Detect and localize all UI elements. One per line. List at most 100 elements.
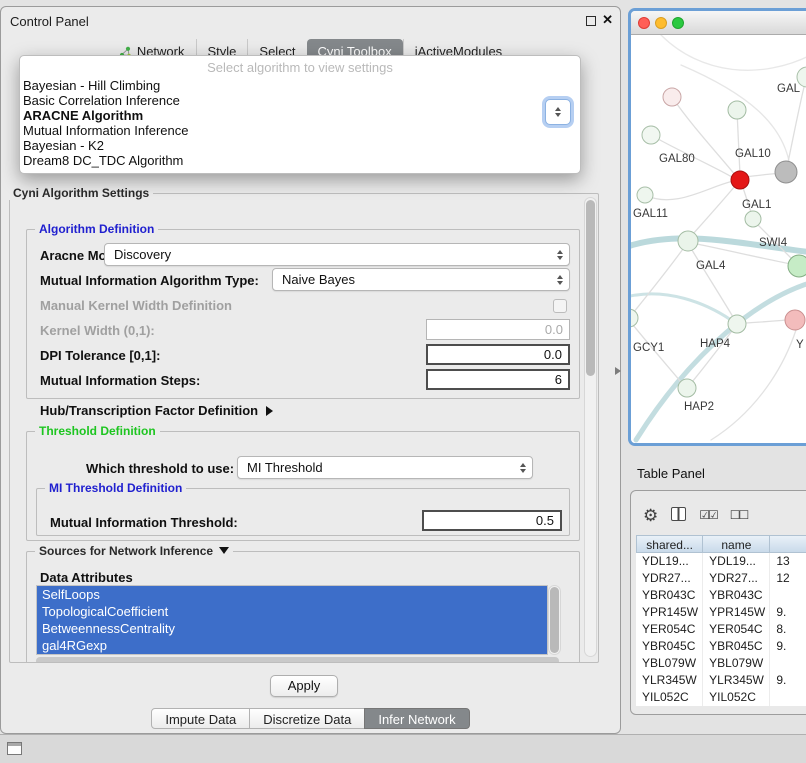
manual-kernel-width-checkbox[interactable]: [553, 299, 567, 313]
table-row[interactable]: YPR145WYPR145W9.: [636, 604, 806, 621]
cell: YER054C: [636, 621, 703, 638]
network-node-hap2[interactable]: [678, 379, 696, 397]
algorithm-combobox-button[interactable]: [545, 99, 571, 125]
float-window-icon[interactable]: [586, 16, 596, 26]
table-header-row: shared...name: [636, 535, 806, 553]
aracne-mode-select[interactable]: Discovery: [104, 243, 570, 266]
close-traffic-light-icon[interactable]: [638, 17, 650, 29]
bottom-tab-discretize-data[interactable]: Discretize Data: [249, 708, 365, 729]
table-row[interactable]: YBR045CYBR045C9.: [636, 638, 806, 655]
cell: YBR043C: [636, 587, 703, 604]
algorithm-dropdown-popup: Select algorithm to view settings Bayesi…: [19, 55, 581, 174]
column-header-shared[interactable]: shared...: [636, 535, 703, 553]
combo-arrows-icon: [555, 107, 561, 117]
dropdown-placeholder: Select algorithm to view settings: [20, 58, 580, 78]
algorithm-option-aracne-algorithm[interactable]: ARACNE Algorithm: [20, 108, 580, 123]
data-attributes-list: SelfLoopsTopologicalCoefficientBetweenne…: [36, 585, 548, 655]
network-edge[interactable]: [645, 181, 734, 200]
network-edge[interactable]: [633, 249, 683, 313]
attribute-item-gal4rgexp[interactable]: gal4RGexp: [37, 637, 547, 654]
which-threshold-select[interactable]: MI Threshold: [237, 456, 533, 479]
combo-arrows-icon: [557, 275, 563, 285]
cell: YDR27...: [703, 570, 770, 587]
scrollbar-thumb[interactable]: [586, 200, 595, 376]
table-row[interactable]: YBR043CYBR043C: [636, 587, 806, 604]
mi-threshold-label: Mutual Information Threshold:: [50, 515, 238, 530]
dpi-tolerance-field[interactable]: 0.0: [426, 344, 570, 365]
mi-algorithm-type-select[interactable]: Naive Bayes: [272, 268, 570, 291]
network-node-gcy1[interactable]: [631, 309, 638, 327]
zoom-traffic-light-icon[interactable]: [672, 17, 684, 29]
mi-threshold-field[interactable]: 0.5: [422, 510, 562, 531]
algorithm-option-mutual-information-inference[interactable]: Mutual Information Inference: [20, 123, 580, 138]
network-node-y[interactable]: [785, 310, 805, 330]
mi-steps-field[interactable]: 6: [426, 369, 570, 390]
apply-button[interactable]: Apply: [270, 675, 338, 697]
network-node-gal1[interactable]: [745, 211, 761, 227]
bottom-tab-impute-data[interactable]: Impute Data: [151, 708, 250, 729]
control-panel-titlebar: Control Panel ✕: [1, 7, 620, 35]
attributes-horizontal-scrollbar[interactable]: [36, 657, 559, 663]
network-node-gal11[interactable]: [637, 187, 653, 203]
mi-algorithm-type-label: Mutual Information Algorithm Type:: [40, 273, 259, 288]
network-node-gal10[interactable]: [731, 171, 749, 189]
minimize-traffic-light-icon[interactable]: [655, 17, 667, 29]
attribute-item-topologicalcoefficient[interactable]: TopologicalCoefficient: [37, 603, 547, 620]
table-row[interactable]: YDL19...YDL19...13: [636, 553, 806, 570]
select-rows-icon[interactable]: ☑☑: [699, 509, 717, 521]
network-edge[interactable]: [661, 35, 806, 70]
algorithm-option-bayesian-hill-climbing[interactable]: Bayesian - Hill Climbing: [20, 78, 580, 93]
network-node-swi4[interactable]: [788, 255, 806, 277]
table-row[interactable]: YDR27...YDR27...12: [636, 570, 806, 587]
table-row[interactable]: YER054CYER054C8.: [636, 621, 806, 638]
algorithm-option-bayesian-k2[interactable]: Bayesian - K2: [20, 138, 580, 153]
cell: YIL052C: [703, 689, 770, 706]
cell: YBR045C: [636, 638, 703, 655]
column-header-name[interactable]: name: [703, 535, 770, 553]
algorithm-option-basic-correlation-inference[interactable]: Basic Correlation Inference: [20, 93, 580, 108]
node-label: GAL4: [696, 260, 726, 272]
settings-vertical-scrollbar[interactable]: [584, 197, 597, 657]
network-node[interactable]: [775, 161, 797, 183]
table-row[interactable]: YIL052CYIL052C: [636, 689, 806, 706]
cell: [770, 587, 806, 604]
network-node-hap4[interactable]: [728, 315, 746, 333]
control-panel-window: Control Panel ✕ NetworkStyleSelectCyni T…: [0, 6, 621, 734]
node-label: GAL1: [742, 199, 771, 211]
cell: YBL079W: [703, 655, 770, 672]
which-threshold-label: Which threshold to use:: [86, 461, 234, 476]
bottom-tab-infer-network[interactable]: Infer Network: [364, 708, 469, 729]
deselect-rows-icon[interactable]: ☐☐: [730, 509, 748, 521]
scrollbar-thumb[interactable]: [550, 587, 559, 653]
network-canvas[interactable]: GALGAL80GAL10GAL11GAL1SWI4GAL4GCY1HAP4YH…: [631, 35, 806, 443]
network-edge[interactable]: [746, 320, 786, 323]
columns-icon[interactable]: [671, 507, 686, 523]
sources-title-row[interactable]: Sources for Network Inference: [35, 544, 233, 558]
panel-collapse-arrow-icon[interactable]: [615, 367, 621, 375]
kernel-width-field[interactable]: 0.0: [426, 319, 570, 340]
mi-algorithm-type-value: Naive Bayes: [282, 272, 355, 287]
attributes-vertical-scrollbar[interactable]: [548, 585, 561, 655]
column-header-col2[interactable]: [770, 535, 806, 553]
attribute-item-selfloops[interactable]: SelfLoops: [37, 586, 547, 603]
restore-panel-icon[interactable]: [7, 742, 22, 755]
which-threshold-value: MI Threshold: [247, 460, 323, 475]
network-edge[interactable]: [737, 110, 740, 175]
cell: YPR145W: [636, 604, 703, 621]
table-row[interactable]: YLR345WYLR345W9.: [636, 672, 806, 689]
network-edge[interactable]: [787, 83, 805, 167]
network-node-gal80[interactable]: [642, 126, 660, 144]
network-node-gal4[interactable]: [678, 231, 698, 251]
node-label: SWI4: [759, 237, 788, 249]
node-label: HAP4: [700, 338, 731, 350]
network-node[interactable]: [728, 101, 746, 119]
close-icon[interactable]: ✕: [602, 12, 613, 28]
network-node[interactable]: [663, 88, 681, 106]
algorithm-option-dream8-dc-tdc-algorithm[interactable]: Dream8 DC_TDC Algorithm: [20, 153, 580, 168]
table-toolbar: ⚙ ☑☑ ☐☐: [643, 503, 806, 527]
table-row[interactable]: YBL079WYBL079W: [636, 655, 806, 672]
cell: 9.: [770, 672, 806, 689]
attribute-item-betweennesscentrality[interactable]: BetweennessCentrality: [37, 620, 547, 637]
hub-transcription-factor-section[interactable]: Hub/Transcription Factor Definition: [40, 403, 273, 418]
gear-icon[interactable]: ⚙: [643, 507, 658, 524]
